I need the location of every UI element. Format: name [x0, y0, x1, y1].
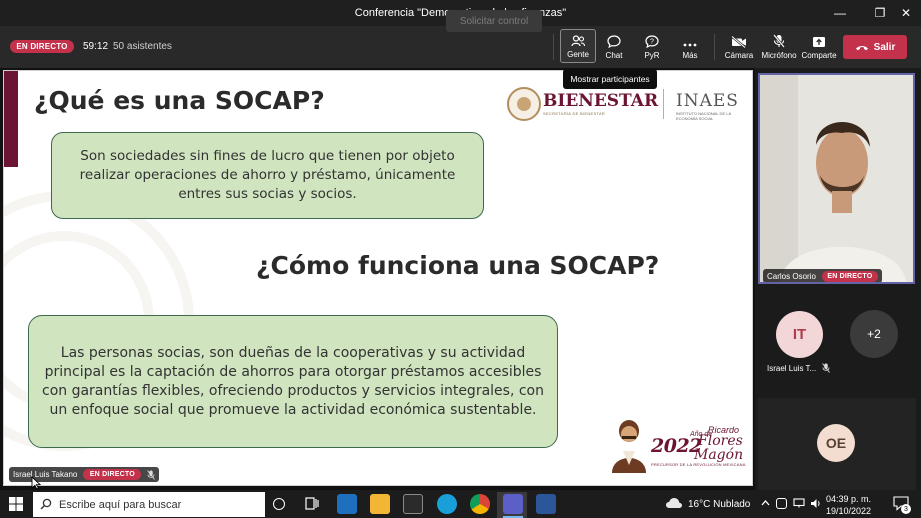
camera-off-icon	[731, 36, 746, 48]
network-icon[interactable]	[793, 498, 805, 508]
slide-heading-1: ¿Qué es una SOCAP?	[34, 86, 325, 115]
participant-name-carlos: Carlos Osorio	[767, 271, 816, 281]
microphone-button[interactable]: Micrófono	[759, 29, 799, 63]
qa-icon: ?	[645, 35, 659, 48]
search-icon	[40, 498, 52, 510]
clock-time: 04:39 p. m.	[826, 494, 872, 504]
share-label: Comparte	[801, 51, 837, 60]
taskbar-search-placeholder: Escribe aquí para buscar	[59, 498, 182, 511]
presenter-name: Israel Luis Takano	[13, 470, 78, 479]
bienestar-logo-subtitle: SECRETARÍA DE BIENESTAR	[543, 111, 606, 116]
participant-video-frame	[760, 75, 913, 282]
minimize-icon: —	[834, 6, 846, 20]
camera-button[interactable]: Cámara	[721, 29, 757, 63]
inaes-logo: INAES	[676, 91, 739, 111]
notification-count-badge: 3	[901, 504, 911, 514]
mic-off-icon	[773, 34, 785, 48]
participant-label-israel: Israel Luis T...	[767, 363, 831, 373]
definition-line: Son sociedades sin fines de lucro que ti…	[80, 148, 455, 164]
meeting-timer: 59:12	[83, 41, 109, 52]
bienestar-logo: BIENESTAR	[543, 91, 659, 111]
participant-name-bar: Carlos Osorio EN DIRECTO	[763, 269, 882, 282]
close-window-button[interactable]: ✕	[890, 0, 921, 26]
terminal-app-icon[interactable]	[403, 494, 423, 514]
weather-text[interactable]: 16°C Nublado	[688, 499, 750, 510]
share-icon	[813, 37, 825, 47]
chat-label: Chat	[605, 51, 623, 60]
qa-label: PyR	[644, 51, 660, 60]
microphone-label: Micrófono	[761, 51, 797, 60]
participant-avatar-oe: OE	[817, 424, 855, 462]
qa-button[interactable]: ? PyR	[634, 29, 670, 63]
explanation-line: con garantías flexibles, ofreciendo prod…	[42, 382, 544, 399]
portrait-illustration	[612, 420, 646, 473]
task-view-icon[interactable]	[305, 497, 319, 510]
muted-mic-icon	[822, 363, 831, 373]
participants-tooltip: Mostrar participantes	[563, 69, 657, 89]
camera-label: Cámara	[724, 51, 754, 60]
explanation-box: Las personas socias, son dueñas de la co…	[28, 315, 558, 448]
slide-accent-bar	[4, 71, 18, 167]
year-logo-tagline: PRECURSOR DE LA REVOLUCIÓN MEXICANA	[651, 462, 746, 467]
definition-line: realizar operaciones de ahorro y préstam…	[79, 167, 456, 183]
live-badge: EN DIRECTO	[10, 40, 74, 53]
clock-date: 19/10/2022	[826, 506, 872, 516]
participant-video-carlos[interactable]: Carlos Osorio EN DIRECTO	[758, 73, 915, 284]
edge-browser-icon[interactable]	[437, 494, 457, 514]
participant-live-badge: EN DIRECTO	[821, 270, 878, 282]
leave-button[interactable]: Salir	[843, 35, 907, 59]
tray-app-icon[interactable]	[776, 498, 787, 509]
more-label: Más	[682, 51, 698, 60]
presenter-live-badge: EN DIRECTO	[83, 469, 142, 480]
more-participants-button[interactable]: +2	[850, 310, 898, 358]
year-logo-magon: Magón	[694, 447, 744, 463]
taskbar-search-input[interactable]: Escribe aquí para buscar	[33, 492, 265, 517]
word-app-icon[interactable]	[536, 494, 556, 514]
teams-app-icon[interactable]	[503, 494, 523, 514]
participant-name-israel: Israel Luis T...	[767, 363, 817, 373]
maximize-icon: ❐	[874, 6, 886, 20]
presentation-slide: ¿Qué es una SOCAP? BIENESTAR SECRETARÍA …	[3, 70, 753, 486]
task-view-circle-icon[interactable]	[273, 498, 285, 510]
request-control-button[interactable]: Solicitar control	[446, 10, 542, 32]
inaes-logo-subtitle: INSTITUTO NACIONAL DE LA ECONOMÍA SOCIAL	[676, 111, 731, 121]
people-button[interactable]: Gente	[560, 29, 596, 63]
svg-text:?: ?	[650, 39, 654, 46]
mouse-cursor-icon	[31, 476, 41, 490]
windows-start-icon[interactable]	[9, 497, 23, 511]
chat-icon	[607, 35, 621, 48]
cloud-weather-icon	[666, 498, 682, 508]
seal-icon	[507, 87, 541, 121]
volume-icon[interactable]	[810, 498, 822, 509]
attendee-count: 50 asistentes	[113, 41, 172, 52]
system-clock[interactable]: 04:39 p. m. 19/10/2022	[826, 494, 871, 516]
slide-heading-2: ¿Cómo funciona una SOCAP?	[256, 251, 660, 280]
leave-label: Salir	[873, 41, 896, 53]
people-icon	[571, 35, 585, 47]
definition-box: Son sociedades sin fines de lucro que ti…	[51, 132, 484, 219]
file-explorer-icon[interactable]	[370, 494, 390, 514]
muted-mic-icon	[147, 469, 156, 480]
definition-line: entres sus socias y socios.	[178, 186, 357, 202]
chevron-up-icon[interactable]	[761, 499, 770, 506]
explanation-line: un enfoque social que promueve la activi…	[49, 401, 537, 418]
close-icon: ✕	[900, 6, 912, 20]
toolbar-divider	[553, 34, 554, 60]
more-button[interactable]: Más	[672, 29, 708, 63]
explanation-line: principal es la captación de ahorros par…	[44, 363, 542, 380]
hang-up-icon	[855, 45, 868, 50]
chat-button[interactable]: Chat	[596, 29, 632, 63]
share-button[interactable]: Comparte	[800, 29, 838, 63]
toolbar-divider	[714, 34, 715, 60]
chrome-browser-icon[interactable]	[470, 494, 490, 514]
explanation-line: Las personas socias, son dueñas de la co…	[60, 344, 526, 361]
mail-app-icon[interactable]	[337, 494, 357, 514]
logo-divider	[663, 89, 664, 119]
people-label: Gente	[567, 50, 589, 59]
participant-avatar-it[interactable]: IT	[776, 311, 823, 358]
more-icon	[683, 43, 697, 47]
minimize-button[interactable]: —	[824, 0, 856, 26]
